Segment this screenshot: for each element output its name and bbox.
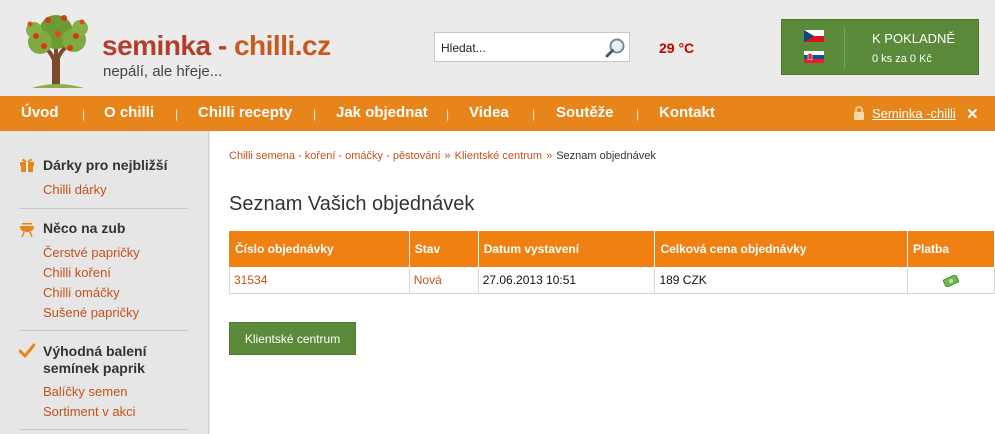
grill-icon <box>20 223 34 237</box>
category-title: semínek paprik <box>43 360 145 376</box>
site-header: seminka - chilli.cz nepálí, ale hřeje...… <box>0 0 995 96</box>
lock-icon <box>854 106 864 120</box>
nav-item-jak-objednat[interactable]: Jak objednat <box>336 104 428 121</box>
breadcrumb-link-home[interactable]: Chilli semena - koření - omáčky - pěstov… <box>229 150 441 162</box>
sidebar-divider <box>19 330 188 331</box>
search-input[interactable] <box>441 38 591 58</box>
payment-cell <box>907 266 995 294</box>
czech-flag-icon[interactable] <box>804 30 824 42</box>
nav-item-chilli-recepty[interactable]: Chilli recepty <box>198 104 292 121</box>
category-title: Dárky pro nejbližší <box>43 157 168 173</box>
search-box <box>434 32 630 62</box>
chilli-tree-logo-icon[interactable] <box>20 10 96 90</box>
slovak-flag-icon[interactable] <box>804 51 824 63</box>
nav-item-videa[interactable]: Videa <box>469 104 509 121</box>
column-header-status: Stav <box>408 231 479 268</box>
nav-item-souteze[interactable]: Soutěže <box>556 104 614 121</box>
logo-name: seminka - <box>102 30 234 61</box>
order-date: 27.06.2013 10:51 <box>477 266 656 294</box>
order-number-link[interactable]: 31534 <box>229 266 410 294</box>
checkout-cart[interactable]: K POKLADNĚ 0 ks za 0 Kč <box>781 19 979 75</box>
nav-item-o-chilli[interactable]: O chilli <box>104 104 154 121</box>
cart-summary: 0 ks za 0 Kč <box>872 53 932 65</box>
column-header-order-number: Číslo objednávky <box>229 231 410 268</box>
sidebar-link-chilli-darky[interactable]: Chilli dárky <box>43 182 107 197</box>
nav-separator: | <box>446 107 450 121</box>
column-header-payment: Platba <box>907 231 995 268</box>
sidebar-link-chilli-omacky[interactable]: Chilli omáčky <box>43 285 120 300</box>
column-header-date: Datum vystavení <box>477 231 656 268</box>
temperature-readout: 29 °C <box>659 40 695 56</box>
gift-icon <box>20 158 34 172</box>
user-account-link[interactable]: Seminka -chilli <box>872 106 956 121</box>
breadcrumb-separator: » <box>444 150 451 162</box>
nav-item-uvod[interactable]: Úvod <box>21 104 59 121</box>
logo-tagline: nepálí, ale hřeje... <box>103 63 223 80</box>
close-icon[interactable]: ✕ <box>966 105 979 123</box>
nav-separator: | <box>532 107 536 121</box>
cart-divider <box>844 28 845 68</box>
main-nav: Úvod | O chilli | Chilli recepty | Jak o… <box>0 96 995 131</box>
sidebar-link-sortiment-v-akci[interactable]: Sortiment v akci <box>43 404 135 419</box>
order-status: Nová <box>408 266 479 294</box>
order-total: 189 CZK <box>654 266 909 294</box>
page-title: Seznam Vašich objednávek <box>229 193 475 215</box>
client-center-button[interactable]: Klientské centrum <box>229 322 356 355</box>
sidebar: Dárky pro nejbližší Chilli dárky Něco na… <box>0 131 209 434</box>
sidebar-link-susene-papricky[interactable]: Sušené papričky <box>43 305 139 320</box>
breadcrumb: Chilli semena - koření - omáčky - pěstov… <box>229 150 656 162</box>
nav-separator: | <box>636 107 640 121</box>
sidebar-link-cerstve-papricky[interactable]: Čerstvé papričky <box>43 245 140 260</box>
table-row: 31534 Nová 27.06.2013 10:51 189 CZK <box>229 266 995 294</box>
nav-separator: | <box>175 107 179 121</box>
sidebar-link-chilli-koreni[interactable]: Chilli koření <box>43 265 111 280</box>
orders-table: Číslo objednávky Stav Datum vystavení Ce… <box>229 231 995 294</box>
cart-title[interactable]: K POKLADNĚ <box>872 31 955 46</box>
sidebar-link-balicky-semen[interactable]: Balíčky semen <box>43 384 128 399</box>
checkmark-icon <box>19 343 35 358</box>
nav-separator: | <box>82 107 86 121</box>
magnifier-icon[interactable] <box>605 37 627 59</box>
sidebar-divider <box>19 208 188 209</box>
logo-tld: chilli.cz <box>233 30 331 61</box>
breadcrumb-current: Seznam objednávek <box>556 150 656 162</box>
main-content: Chilli semena - koření - omáčky - pěstov… <box>210 131 995 434</box>
banknote-icon[interactable] <box>943 274 960 287</box>
sidebar-divider <box>19 429 188 430</box>
nav-separator: | <box>313 107 317 121</box>
logo-wordmark[interactable]: seminka - chilli.cz <box>102 30 331 62</box>
table-header-row: Číslo objednávky Stav Datum vystavení Ce… <box>229 231 995 268</box>
column-header-total-price: Celková cena objednávky <box>654 231 909 268</box>
breadcrumb-separator: » <box>546 150 553 162</box>
breadcrumb-link-klientske-centrum[interactable]: Klientské centrum <box>455 150 542 162</box>
nav-item-kontakt[interactable]: Kontakt <box>659 104 715 121</box>
category-title: Něco na zub <box>43 220 126 236</box>
